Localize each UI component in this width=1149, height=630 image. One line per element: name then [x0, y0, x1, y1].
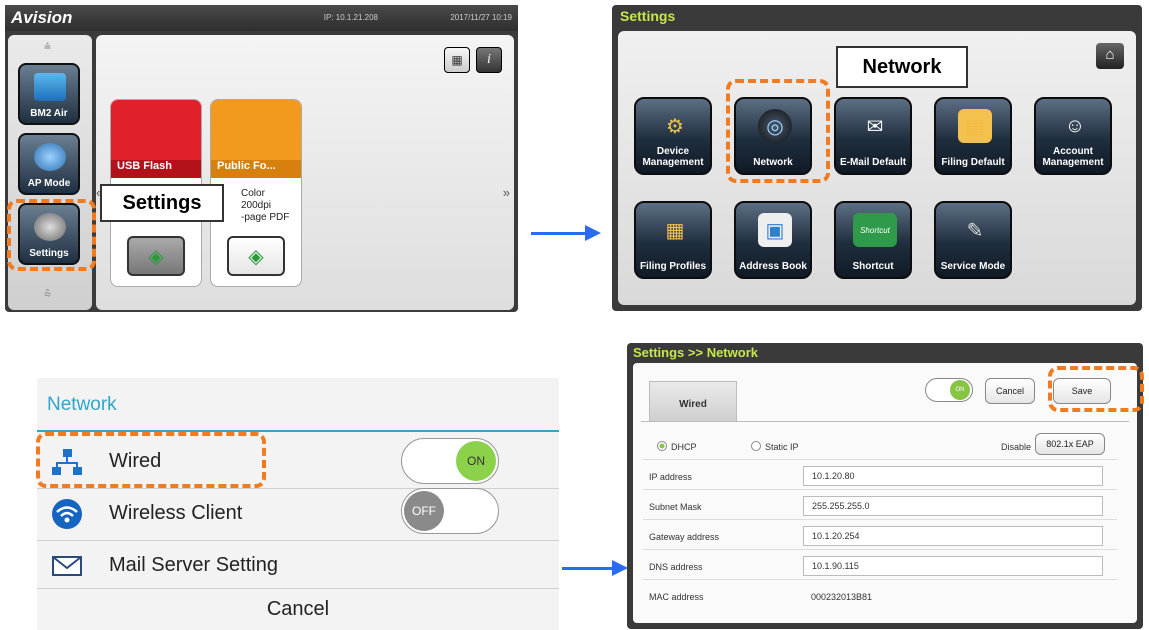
settings-callout: Settings: [100, 184, 224, 222]
color-mode: Color: [241, 188, 265, 199]
dns-address-row: DNS address 10.1.90.115: [643, 553, 1117, 580]
address-book-button[interactable]: ▣ Address Book: [734, 201, 812, 279]
tab-divider: [641, 421, 1129, 422]
icon-label: Account Management: [1042, 146, 1104, 168]
device-management-button[interactable]: ⚙ Device Management: [634, 97, 712, 175]
nav-right-icon[interactable]: »: [503, 185, 510, 200]
wired-toggle[interactable]: ON: [401, 438, 499, 484]
subnet-mask-row: Subnet Mask 255.255.255.0: [643, 493, 1117, 520]
datetime-readout: 2017/11/27 10:19: [450, 13, 512, 22]
dns-address-field[interactable]: 10.1.90.115: [803, 556, 1103, 576]
gateway-address-field[interactable]: 10.1.20.254: [803, 526, 1103, 546]
icon-label: Shortcut: [852, 261, 894, 272]
service-mode-button[interactable]: ✎ Service Mode: [934, 201, 1012, 279]
account-management-button[interactable]: ☺ Account Management: [1034, 97, 1112, 175]
folder-icon: ▤: [958, 109, 992, 143]
start-scan-button[interactable]: ◈: [227, 236, 285, 276]
network-highlight: [726, 79, 830, 183]
field-label: DNS address: [649, 562, 703, 572]
tile-details: Color 200dpi -page PDF: [241, 188, 289, 224]
icon-label: Filing Profiles: [639, 261, 707, 272]
resolution: 200dpi: [241, 200, 272, 211]
file-format: -page PDF: [241, 212, 290, 223]
grid-view-icon[interactable]: ▦: [444, 47, 470, 73]
subnet-mask-field[interactable]: 255.255.255.0: [803, 496, 1103, 516]
screen-title: Settings >> Network: [633, 345, 758, 360]
sidebar-item-bm2-air[interactable]: BM2 Air: [18, 63, 80, 125]
field-label: Subnet Mask: [649, 502, 702, 512]
network-dialog: Network Wired ON Wireless Client OFF Mai…: [37, 378, 559, 630]
wifi-ap-icon: [34, 143, 66, 171]
email-default-button[interactable]: ✉ E-Mail Default: [834, 97, 912, 175]
icon-label: Service Mode: [940, 261, 1006, 272]
ip-mode-row: DHCP Static IP Disable 802.1x EAP: [643, 433, 1117, 460]
dialog-title: Network: [47, 394, 117, 415]
sidebar-item-label: AP Mode: [27, 178, 71, 189]
row-mail-server-setting[interactable]: Mail Server Setting: [37, 540, 559, 592]
divider: [37, 588, 559, 589]
wireless-client-toggle[interactable]: OFF: [401, 488, 499, 534]
status-bar: Avision IP: 10.1.21.208 2017/11/27 10:19: [5, 5, 518, 31]
field-label: Gateway address: [649, 532, 720, 542]
wired-toggle[interactable]: ON: [925, 378, 973, 402]
profile-area: ▦ i « » USB Flash ◈ Public Fo... Color 2…: [96, 35, 514, 310]
filing-profiles-button[interactable]: ▦ Filing Profiles: [634, 201, 712, 279]
avision-logo: Avision: [11, 8, 73, 27]
home-icon[interactable]: ⌂: [1096, 43, 1124, 69]
shortcut-sign-icon: Shortcut: [853, 213, 897, 247]
tile-title: USB Flash: [111, 160, 201, 178]
eap-status: Disable: [1001, 442, 1032, 452]
settings-highlight: [7, 199, 96, 271]
tile-title: Public Fo...: [211, 160, 301, 178]
filing-default-button[interactable]: ▤ Filing Default: [934, 97, 1012, 175]
account-icon: ☺: [1064, 114, 1086, 137]
static-ip-radio[interactable]: [751, 441, 761, 451]
gateway-address-row: Gateway address 10.1.20.254: [643, 523, 1117, 550]
field-label: IP address: [649, 472, 692, 482]
dhcp-label: DHCP: [671, 442, 697, 452]
info-icon[interactable]: i: [476, 47, 502, 73]
icon-label: E-Mail Default: [839, 157, 907, 168]
static-ip-label: Static IP: [765, 442, 799, 452]
cancel-button[interactable]: Cancel: [985, 378, 1035, 404]
sidebar-item-label: BM2 Air: [30, 108, 68, 119]
network-callout: Network: [836, 46, 968, 88]
icon-label: Address Book: [739, 261, 807, 272]
envelope-icon: [52, 556, 82, 576]
screen-title: Settings: [620, 8, 676, 24]
tab-wired[interactable]: Wired: [649, 381, 737, 421]
cancel-button[interactable]: Cancel: [37, 598, 559, 621]
filing-profiles-icon: ▦: [665, 219, 685, 242]
mac-address-value: 000232013B81: [811, 592, 873, 602]
icon-label: Device Management: [642, 146, 704, 168]
address-book-icon: ▣: [758, 213, 792, 247]
arrow-right-icon: [562, 560, 628, 576]
row-label: Wireless Client: [109, 502, 243, 524]
ip-address-field[interactable]: 10.1.20.80: [803, 466, 1103, 486]
sidebar-item-ap-mode[interactable]: AP Mode: [18, 133, 80, 195]
start-scan-button[interactable]: ◈: [127, 236, 185, 276]
eap-button[interactable]: 802.1x EAP: [1035, 433, 1105, 455]
scroll-up-icon[interactable]: ⩮: [44, 39, 51, 54]
wifi-icon: [52, 499, 82, 529]
computer-icon: [34, 73, 66, 101]
dhcp-radio[interactable]: [657, 441, 667, 451]
ip-address-row: IP address 10.1.20.80: [643, 463, 1117, 490]
wired-highlight: [36, 432, 266, 488]
icon-label: Filing Default: [941, 157, 1005, 168]
envelope-icon: ✉: [866, 115, 884, 138]
ip-address-readout: IP: 10.1.21.208: [323, 13, 378, 22]
row-label: Mail Server Setting: [109, 554, 278, 576]
arrow-right-icon: [531, 225, 601, 241]
service-tools-icon: ✎: [966, 219, 984, 242]
device-gear-icon: ⚙: [666, 115, 684, 138]
toggle-knob: OFF: [404, 491, 444, 531]
toggle-knob: ON: [456, 441, 496, 481]
shortcut-button[interactable]: Shortcut Shortcut: [834, 201, 912, 279]
mac-address-row: MAC address 000232013B81: [643, 583, 1117, 610]
toggle-knob: ON: [950, 380, 970, 400]
scroll-down-icon[interactable]: ⩯: [44, 287, 51, 302]
field-label: MAC address: [649, 592, 704, 602]
save-highlight: [1048, 366, 1144, 412]
